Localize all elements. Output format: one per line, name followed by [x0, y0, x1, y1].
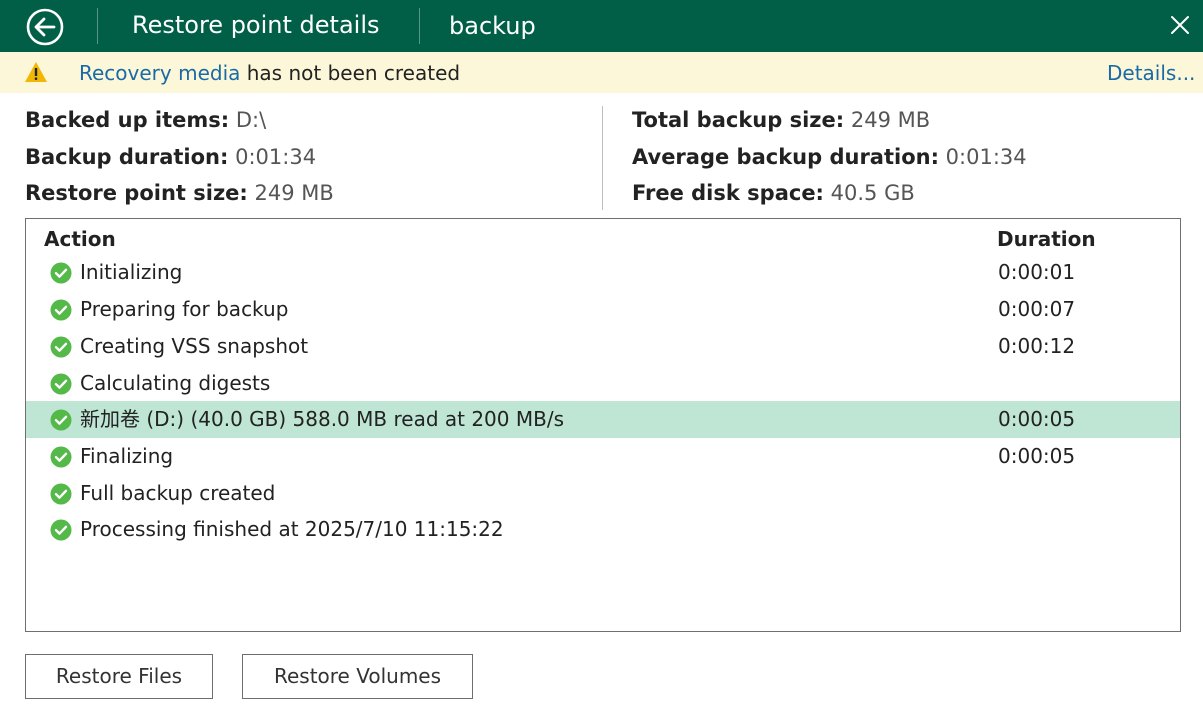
warning-banner: Recovery media has not been created Deta… [0, 52, 1203, 93]
title-separator [97, 8, 98, 44]
success-check-icon [50, 336, 72, 358]
backup-duration: Backup duration: 0:01:34 [25, 145, 317, 169]
log-row[interactable]: Processing finished at 2025/7/10 11:15:2… [26, 511, 1180, 548]
log-action: Creating VSS snapshot [80, 334, 309, 358]
log-duration: 0:00:05 [998, 407, 1076, 431]
column-header-duration: Duration [997, 227, 1096, 251]
log-duration: 0:00:12 [998, 334, 1076, 358]
log-action: Full backup created [80, 481, 276, 505]
total-backup-size: Total backup size: 249 MB [632, 108, 931, 132]
success-check-icon [50, 262, 72, 284]
log-row[interactable]: Calculating digests [26, 365, 1180, 402]
log-action: Calculating digests [80, 371, 271, 395]
log-action: Preparing for backup [80, 297, 289, 321]
warning-icon [25, 62, 47, 82]
title-bar: Restore point details backup [0, 0, 1203, 52]
average-backup-duration: Average backup duration: 0:01:34 [632, 145, 1027, 169]
log-action: 新加卷 (D:) (40.0 GB) 588.0 MB read at 200 … [80, 407, 564, 431]
recovery-media-link[interactable]: Recovery media [79, 61, 240, 85]
success-check-icon [50, 409, 72, 431]
job-name: backup [449, 12, 536, 40]
success-check-icon [50, 373, 72, 395]
log-action: Processing finished at 2025/7/10 11:15:2… [80, 517, 504, 541]
log-row[interactable]: Full backup created [26, 475, 1180, 512]
log-action: Finalizing [80, 444, 174, 468]
details-link[interactable]: Details... [1107, 60, 1195, 86]
back-arrow-icon[interactable] [25, 7, 65, 47]
log-duration: 0:00:01 [998, 260, 1076, 284]
warning-text: has not been created [240, 61, 461, 85]
title-separator [419, 8, 420, 44]
log-row[interactable]: Finalizing 0:00:05 [26, 438, 1180, 475]
log-row[interactable]: Initializing 0:00:01 [26, 254, 1180, 291]
backed-up-items: Backed up items: D:\ [25, 108, 267, 132]
restore-volumes-button[interactable]: Restore Volumes [242, 654, 473, 699]
restore-files-button[interactable]: Restore Files [25, 654, 213, 699]
success-check-icon [50, 483, 72, 505]
log-row-selected[interactable]: 新加卷 (D:) (40.0 GB) 588.0 MB read at 200 … [26, 401, 1180, 438]
log-row[interactable]: Preparing for backup 0:00:07 [26, 291, 1180, 328]
success-check-icon [50, 446, 72, 468]
log-row[interactable]: Creating VSS snapshot 0:00:12 [26, 328, 1180, 365]
info-divider [602, 106, 603, 210]
window-title: Restore point details [132, 11, 380, 39]
close-icon[interactable] [1167, 12, 1193, 38]
log-action: Initializing [80, 260, 183, 284]
success-check-icon [50, 519, 72, 541]
column-header-action: Action [44, 227, 116, 251]
warning-message: Recovery media has not been created [79, 60, 460, 86]
log-duration: 0:00:05 [998, 444, 1076, 468]
free-disk-space: Free disk space: 40.5 GB [632, 181, 915, 205]
action-log-table[interactable]: Action Duration Initializing 0:00:01 Pre… [25, 218, 1181, 632]
log-duration: 0:00:07 [998, 297, 1076, 321]
restore-point-size: Restore point size: 249 MB [25, 181, 334, 205]
success-check-icon [50, 299, 72, 321]
